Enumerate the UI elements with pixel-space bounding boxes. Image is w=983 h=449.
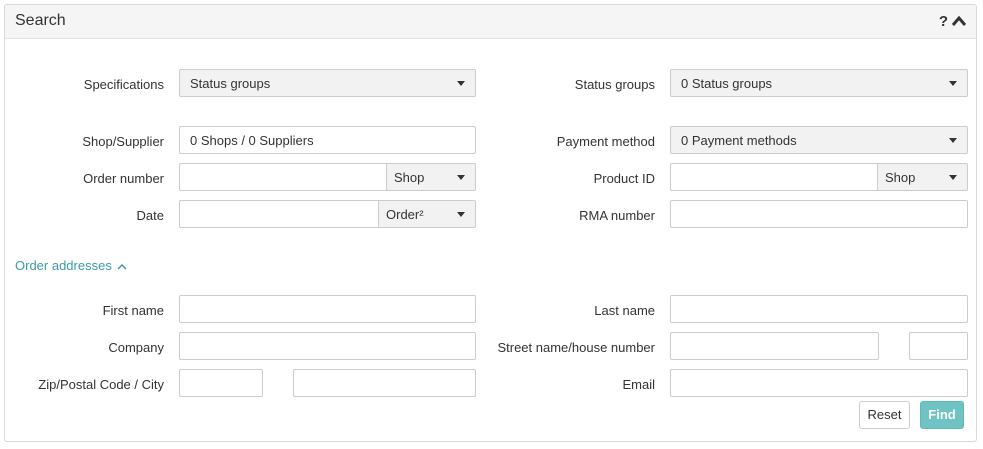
- shop-supplier-label: Shop/Supplier: [82, 134, 164, 149]
- order-number-label: Order number: [83, 171, 164, 186]
- status-groups-value: 0 Status groups: [681, 76, 773, 91]
- specifications-value: Status groups: [190, 76, 271, 91]
- date-type-select[interactable]: Order²: [379, 200, 476, 228]
- help-icon[interactable]: ?: [939, 13, 948, 30]
- order-number-type-select[interactable]: Shop: [387, 163, 476, 191]
- order-number-input[interactable]: [179, 163, 387, 191]
- date-type-value: Order²: [386, 207, 424, 222]
- caret-down-icon: [949, 138, 957, 143]
- street-input[interactable]: [670, 332, 879, 360]
- status-groups-select[interactable]: 0 Status groups: [670, 69, 968, 97]
- product-id-type-value: Shop: [885, 170, 916, 185]
- zip-input[interactable]: [179, 369, 263, 397]
- payment-method-label: Payment method: [556, 134, 655, 149]
- order-addresses-toggle[interactable]: Order addresses: [15, 258, 112, 273]
- payment-method-select[interactable]: 0 Payment methods: [670, 126, 968, 154]
- shop-supplier-value: 0 Shops / 0 Suppliers: [190, 133, 314, 148]
- last-name-input[interactable]: [670, 295, 968, 323]
- specifications-select[interactable]: Status groups: [179, 69, 476, 97]
- payment-method-value: 0 Payment methods: [681, 133, 797, 148]
- company-label: Company: [108, 340, 164, 355]
- caret-down-icon: [457, 175, 465, 180]
- find-button[interactable]: Find: [920, 401, 964, 429]
- date-label: Date: [136, 208, 164, 223]
- product-id-label: Product ID: [593, 171, 655, 186]
- email-label: Email: [622, 377, 655, 392]
- shop-supplier-field[interactable]: 0 Shops / 0 Suppliers: [179, 126, 476, 154]
- street-label: Street name/house number: [497, 340, 655, 355]
- city-input[interactable]: [293, 369, 476, 397]
- product-id-type-select[interactable]: Shop: [878, 163, 968, 191]
- panel-title: Search: [15, 12, 66, 29]
- first-name-label: First name: [102, 303, 164, 318]
- chevron-up-icon[interactable]: [117, 263, 127, 270]
- date-input[interactable]: [179, 200, 379, 228]
- caret-down-icon: [457, 81, 465, 86]
- status-groups-label: Status groups: [574, 77, 655, 92]
- order-number-type-value: Shop: [394, 170, 425, 185]
- company-input[interactable]: [179, 332, 476, 360]
- specifications-label: Specifications: [83, 77, 164, 92]
- first-name-input[interactable]: [179, 295, 476, 323]
- chevron-up-icon[interactable]: [951, 15, 967, 27]
- panel-header: Search ?: [5, 5, 976, 39]
- caret-down-icon: [457, 212, 465, 217]
- product-id-input[interactable]: [670, 163, 878, 191]
- caret-down-icon: [949, 175, 957, 180]
- house-number-input[interactable]: [909, 332, 968, 360]
- rma-number-input[interactable]: [670, 200, 968, 228]
- reset-button[interactable]: Reset: [859, 401, 910, 429]
- email-input[interactable]: [670, 369, 968, 397]
- caret-down-icon: [949, 81, 957, 86]
- rma-number-label: RMA number: [579, 208, 655, 223]
- zip-city-label: Zip/Postal Code / City: [38, 377, 164, 392]
- last-name-label: Last name: [594, 303, 655, 318]
